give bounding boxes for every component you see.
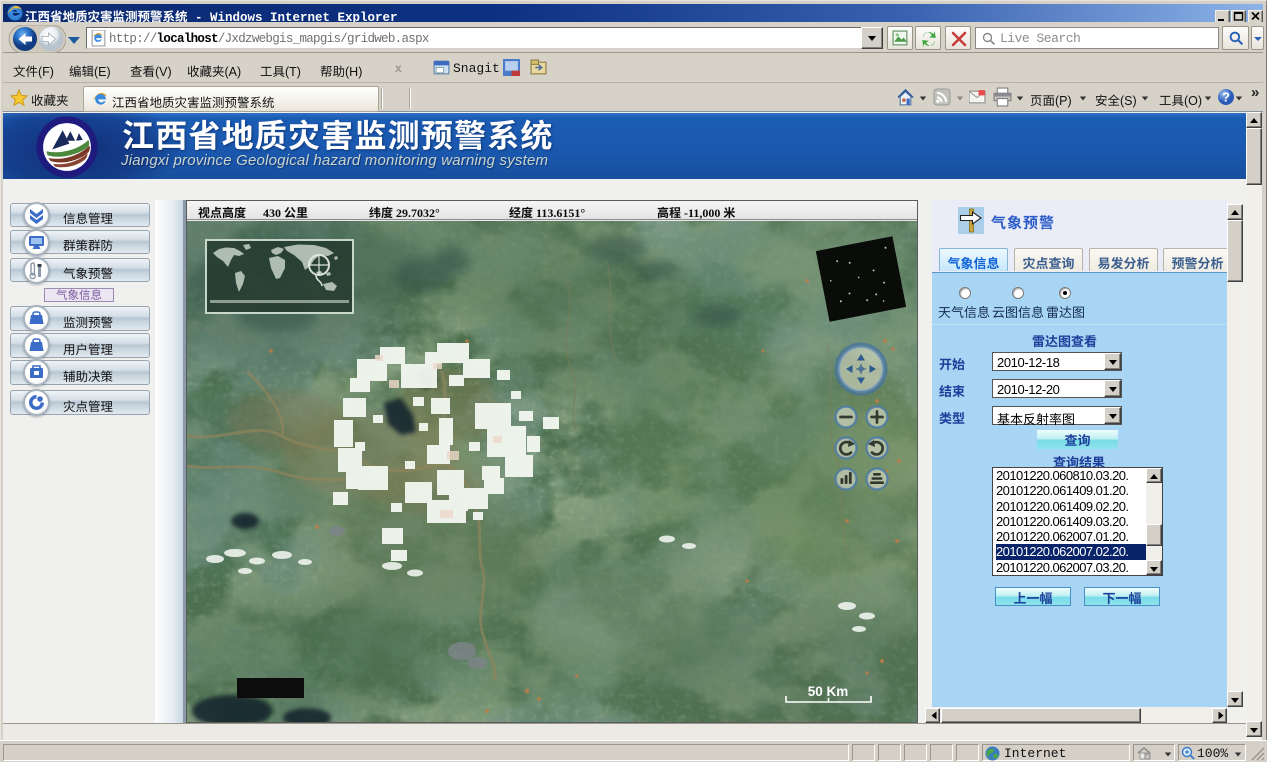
svg-text:50 Km: 50 Km (808, 684, 849, 699)
svg-text:?: ? (1222, 90, 1230, 105)
